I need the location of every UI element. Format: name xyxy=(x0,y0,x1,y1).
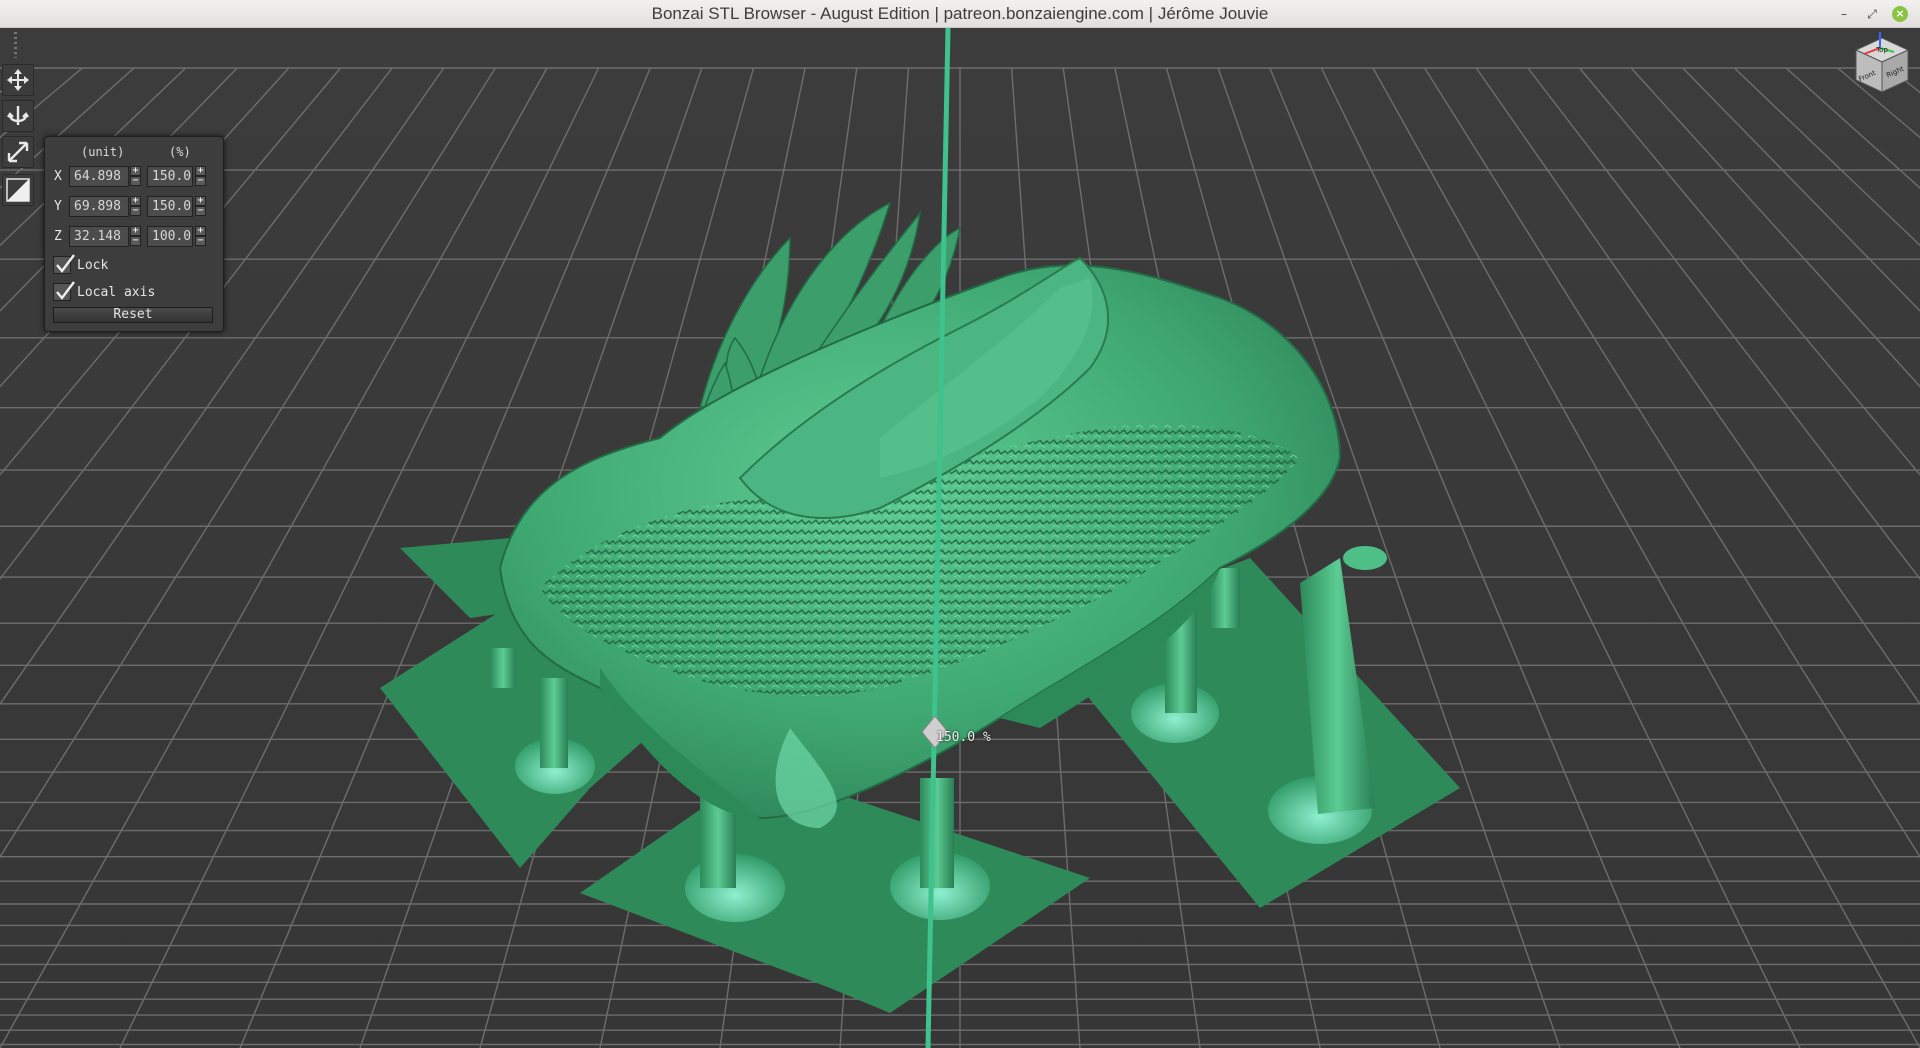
move-tool-button[interactable] xyxy=(2,64,34,96)
decrement-button[interactable]: − xyxy=(130,236,141,246)
four-way-arrow-icon xyxy=(7,69,29,91)
x-percent-field[interactable]: 150.0 xyxy=(147,166,193,187)
unit-column-header: (unit) xyxy=(81,145,125,159)
lock-label: Lock xyxy=(77,258,109,273)
z-percent-stepper[interactable]: + − xyxy=(195,226,206,247)
x-unit-field[interactable]: 64.898 xyxy=(69,166,129,187)
z-unit-field[interactable]: 32.148 xyxy=(69,226,129,247)
lock-checkbox[interactable] xyxy=(53,254,75,274)
axis-label-y: Y xyxy=(54,199,62,214)
scale-tool-button[interactable] xyxy=(2,136,34,168)
decrement-button[interactable]: − xyxy=(130,176,141,186)
y-percent-stepper[interactable]: + − xyxy=(195,196,206,217)
scale-row-z: Z 32.148 + − 100.0 + − xyxy=(45,224,223,250)
z-unit-stepper[interactable]: + − xyxy=(130,226,141,247)
scale-row-y: Y 69.898 + − 150.0 + − xyxy=(45,194,223,220)
axis-label-z: Z xyxy=(54,229,62,244)
local-axis-option[interactable]: Local axis xyxy=(53,281,213,304)
close-button[interactable]: × xyxy=(1892,6,1908,22)
gizmo-readout: 150.0 % xyxy=(936,730,991,745)
y-unit-stepper[interactable]: + − xyxy=(130,196,141,217)
view-cube-icon: Top Front Right xyxy=(1854,32,1910,93)
checkmark-icon xyxy=(56,281,75,300)
scale-row-x: X 64.898 + − 150.0 + − xyxy=(45,164,223,190)
window-titlebar: Bonzai STL Browser - August Edition | pa… xyxy=(0,0,1920,28)
scale-panel: (unit) (%) X 64.898 + − 150.0 + − Y 69.8… xyxy=(44,136,224,332)
diagonal-resize-icon xyxy=(7,141,29,163)
reset-button[interactable]: Reset xyxy=(53,307,213,323)
rotate-tool-button[interactable] xyxy=(2,100,34,132)
local-axis-checkbox[interactable] xyxy=(53,281,75,301)
toolbar-grip[interactable] xyxy=(14,32,17,58)
y-unit-field[interactable]: 69.898 xyxy=(69,196,129,217)
viewport-scene[interactable] xyxy=(0,28,1920,1048)
navigation-cube[interactable]: Top Front Right xyxy=(1850,30,1914,100)
decrement-button[interactable]: − xyxy=(195,236,206,246)
z-percent-field[interactable]: 100.0 xyxy=(147,226,193,247)
minimize-button[interactable]: – xyxy=(1836,6,1852,22)
decrement-button[interactable]: − xyxy=(195,206,206,216)
decrement-button[interactable]: − xyxy=(130,206,141,216)
x-percent-stepper[interactable]: + − xyxy=(195,166,206,187)
local-axis-label: Local axis xyxy=(77,285,156,300)
y-percent-field[interactable]: 150.0 xyxy=(147,196,193,217)
3d-viewport[interactable] xyxy=(0,28,1920,1048)
x-unit-stepper[interactable]: + − xyxy=(130,166,141,187)
percent-column-header: (%) xyxy=(169,145,191,159)
anchor-icon xyxy=(7,106,29,125)
lock-option[interactable]: Lock xyxy=(53,254,213,277)
checkmark-icon xyxy=(56,254,75,273)
window-title: Bonzai STL Browser - August Edition | pa… xyxy=(651,4,1269,23)
cube-face-top: Top xyxy=(1875,46,1888,54)
half-square-icon xyxy=(6,178,30,202)
decrement-button[interactable]: − xyxy=(195,176,206,186)
maximize-button[interactable]: ⤢ xyxy=(1864,6,1880,22)
plane-cut-tool-button[interactable] xyxy=(2,174,34,206)
axis-label-x: X xyxy=(54,169,62,184)
